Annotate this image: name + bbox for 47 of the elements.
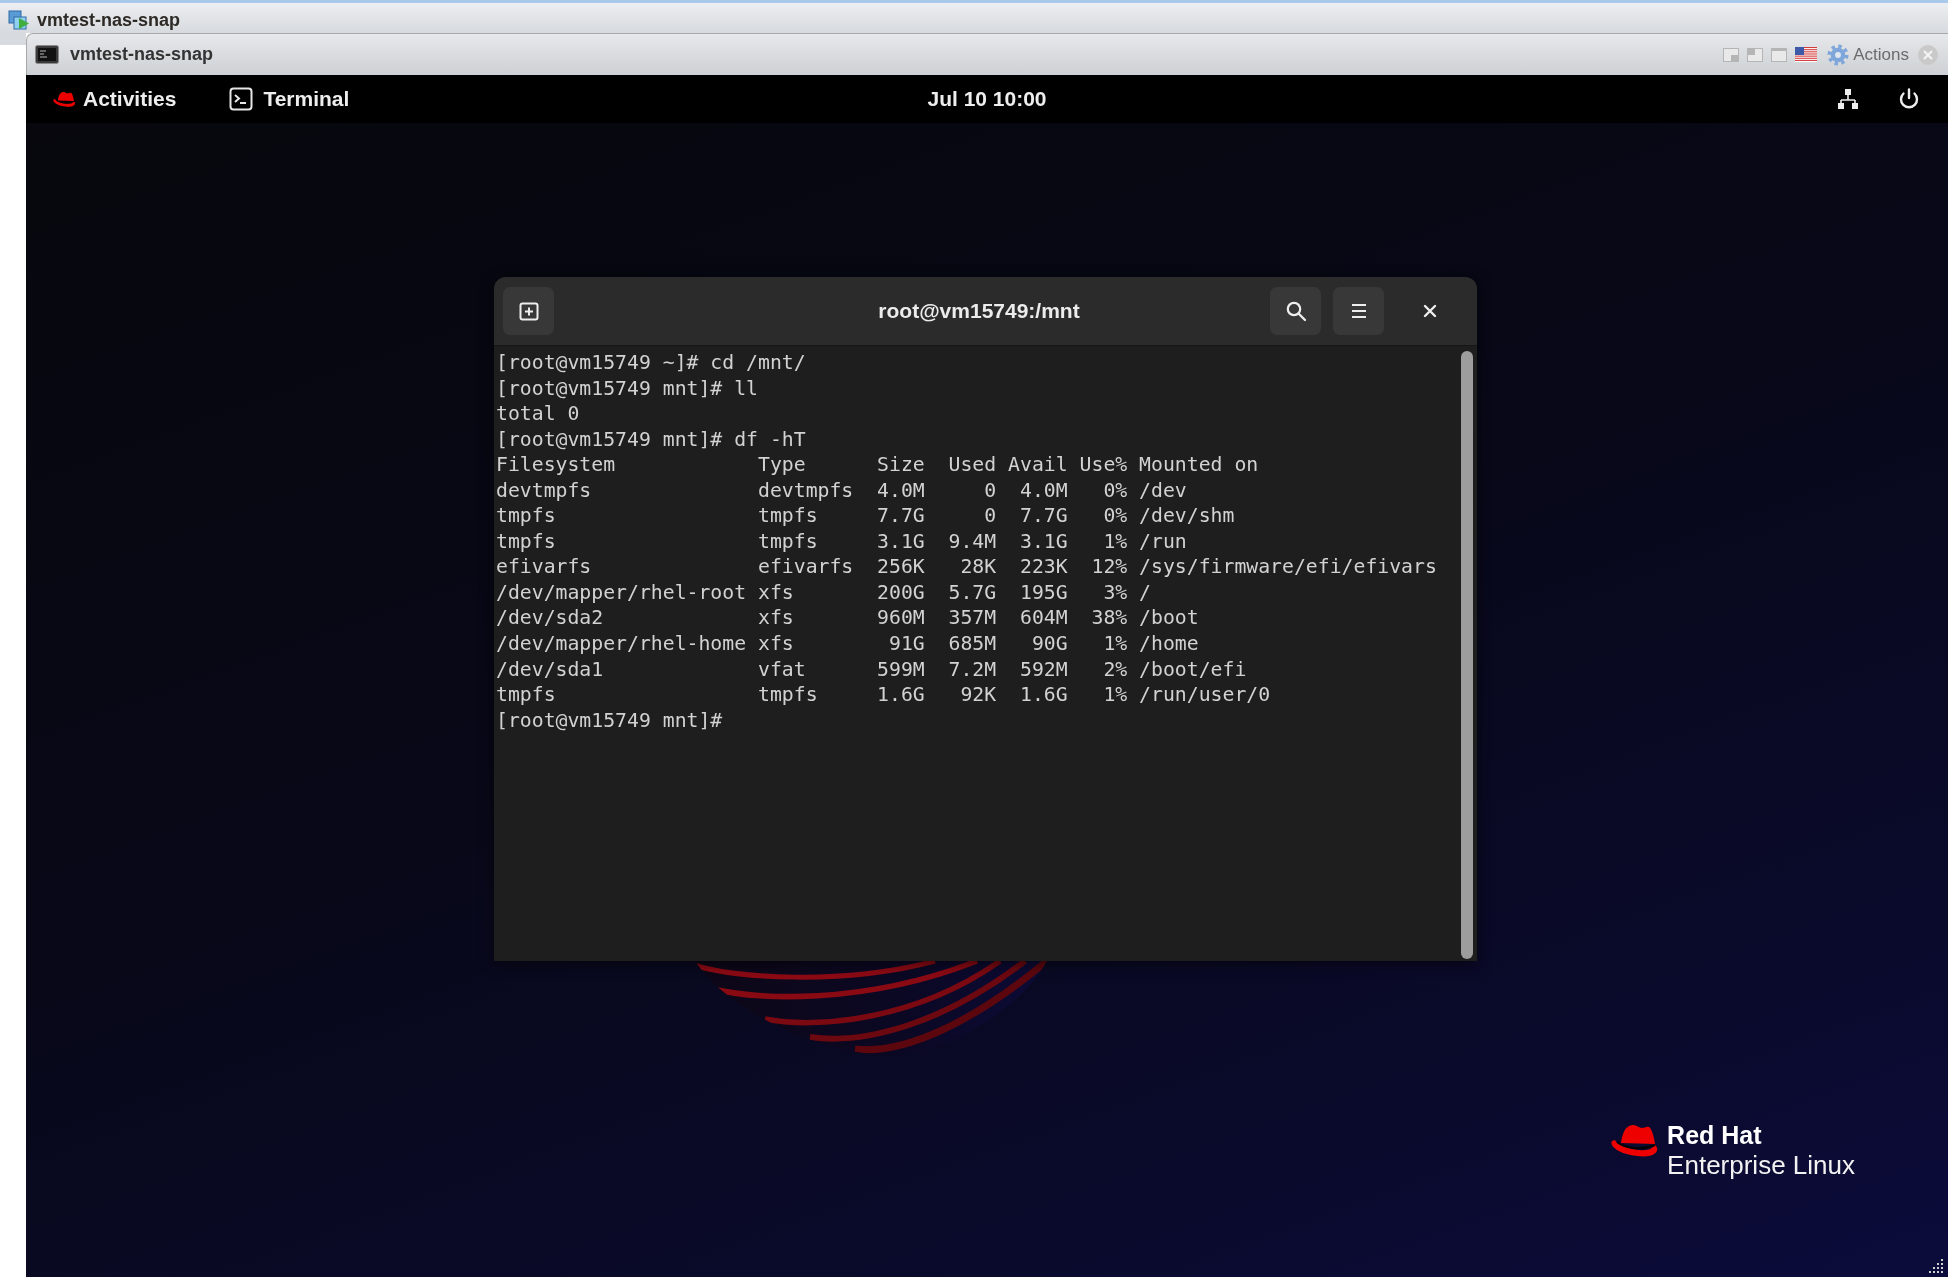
terminal-line: /dev/mapper/rhel-root xfs 200G 5.7G 195G 3% /: [496, 579, 1151, 606]
terminal-icon: [229, 87, 254, 111]
power-button[interactable]: [1897, 87, 1921, 111]
logo-title: Red Hat: [1667, 1121, 1762, 1150]
close-icon: [1918, 44, 1938, 65]
terminal-line: devtmpfs devtmpfs 4.0M 0 4.0M 0% /dev: [496, 477, 1187, 504]
terminal-line: /dev/sda2 xfs 960M 357M 604M 38% /boot: [496, 605, 1199, 631]
new-tab-icon: [517, 300, 540, 322]
network-button[interactable]: [1837, 88, 1859, 110]
window-icon: [1771, 47, 1788, 62]
scrollbar-thumb[interactable]: [1461, 351, 1473, 959]
search-icon: [1284, 300, 1307, 322]
keyboard-layout-button[interactable]: [1795, 47, 1818, 62]
terminal-line: tmpfs tmpfs 3.1G 9.4M 3.1G 1% /run: [496, 528, 1187, 555]
terminal-line: [root@vm15749 mnt]# ll: [496, 375, 758, 402]
app-menu-button[interactable]: Terminal: [229, 87, 350, 111]
console-window-title: vmtest-nas-snap: [70, 44, 214, 65]
power-icon: [1897, 87, 1921, 111]
logo-subtitle: Enterprise Linux: [1667, 1150, 1855, 1180]
resize-grip-icon[interactable]: [1929, 1258, 1945, 1274]
menu-button[interactable]: [1333, 287, 1384, 335]
terminal-line: Filesystem Type Size Used Avail Use% Mounted on: [496, 452, 1259, 478]
network-icon: [1837, 88, 1859, 110]
window-corner-icon: [1723, 47, 1740, 62]
terminal-title: root@vm15749:/mnt: [878, 299, 1080, 323]
clock-button[interactable]: Jul 10 10:00: [927, 87, 1047, 111]
terminal-line: total 0: [496, 401, 580, 427]
host-window-title: vmtest-nas-snap: [37, 9, 181, 31]
console-icon: [35, 45, 59, 64]
flag-icon: [1795, 47, 1818, 62]
terminal-line: [root@vm15749 mnt]#: [496, 707, 723, 734]
terminal-line: /dev/sda1 vfat 599M 7.2M 592M 2% /boot/efi: [496, 656, 1247, 683]
terminal-line: [root@vm15749 ~]# cd /mnt/: [496, 350, 806, 376]
new-tab-button[interactable]: [503, 287, 554, 335]
settings-icon: [1827, 43, 1850, 66]
window-corner-icon: [1747, 47, 1764, 62]
close-icon: [1421, 303, 1438, 319]
terminal-line: tmpfs tmpfs 1.6G 92K 1.6G 1% /run/user/0: [496, 682, 1271, 708]
activities-button[interactable]: Activities: [52, 87, 177, 111]
terminal-line: /dev/mapper/rhel-home xfs 91G 685M 90G 1% /home: [496, 631, 1199, 657]
hat-icon: [52, 90, 76, 108]
search-button[interactable]: [1270, 287, 1321, 335]
terminal-line: efivarfs efivarfs 256K 28K 223K 12% /sys/firmware/efi/efivars: [496, 554, 1437, 580]
app-icon: [8, 9, 30, 31]
terminal-line: tmpfs tmpfs 7.7G 0 7.7G 0% /dev/shm: [496, 503, 1235, 529]
terminal-line: [root@vm15749 mnt]# df -hT: [496, 426, 806, 453]
actions-button[interactable]: Actions: [1827, 43, 1909, 66]
